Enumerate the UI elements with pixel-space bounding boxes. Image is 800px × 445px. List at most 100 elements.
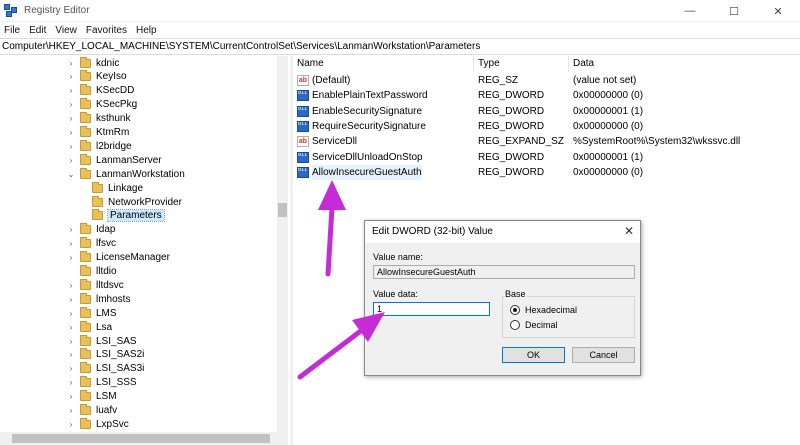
tree-item[interactable]: NetworkProvider [78,195,182,209]
value-row[interactable]: ab ServiceDll REG_EXPAND_SZ %SystemRoot%\Sy… [293,134,793,149]
tree-item[interactable]: › lmhosts [66,292,130,306]
tree-item[interactable]: lltdio [66,265,117,279]
tree-item-label[interactable]: LanmanWorkstation [96,169,185,180]
tree-vertical-scroll-thumb[interactable] [278,203,287,217]
value-name[interactable]: ServiceDllUnloadOnStop [312,150,423,165]
chevron-right-icon[interactable]: › [66,295,76,304]
tree-item-label[interactable]: kdnic [96,58,119,69]
tree-item[interactable]: › lltdsvc [66,278,124,292]
chevron-right-icon[interactable]: › [66,100,76,109]
tree-item-label[interactable]: NetworkProvider [108,197,182,208]
menu-favorites[interactable]: Favorites [82,25,132,36]
tree-item[interactable]: › KSecDD [66,84,134,98]
value-row[interactable]: 011 110EnableSecuritySignature REG_DWORD 0… [293,104,793,119]
tree-item-label[interactable]: Linkage [108,183,143,194]
cancel-button[interactable]: Cancel [572,347,635,363]
menu-edit[interactable]: Edit [25,25,51,36]
tree-item[interactable]: › LSM [66,390,117,404]
tree-item-label[interactable]: KSecPkg [96,99,137,110]
column-header-type[interactable]: Type [478,57,500,71]
tree-item-label[interactable]: KSecDD [96,85,134,96]
value-row[interactable]: 011 110AllowInsecureGuestAuth REG_DWORD 0x… [293,164,793,180]
chevron-right-icon[interactable]: › [66,239,76,248]
tree-item-label[interactable]: l2bridge [96,141,132,152]
value-name[interactable]: RequireSecuritySignature [312,119,426,134]
tree-item-label[interactable]: KeyIso [96,71,127,82]
tree-item[interactable]: › LSI_SSS [66,376,137,390]
tree-item-label[interactable]: LSI_SAS2i [96,349,144,360]
chevron-down-icon[interactable]: ⌄ [66,170,76,179]
tree-item-label[interactable]: ksthunk [96,113,130,124]
tree-item-label[interactable]: lfsvc [96,238,116,249]
tree-item-label[interactable]: LSI_SSS [96,377,137,388]
tree-item[interactable]: › LxpSvc [66,417,129,431]
decimal-radio-icon[interactable] [510,320,520,330]
tree-item-label[interactable]: Parameters [107,209,165,223]
column-divider[interactable] [568,56,569,72]
tree-item-label[interactable]: LSI_SAS [96,336,137,347]
tree-item[interactable]: › Lsa [66,320,112,334]
value-name[interactable]: EnablePlainTextPassword [312,88,428,103]
chevron-right-icon[interactable]: › [66,128,76,137]
tree-item[interactable]: › LSI_SAS [66,334,137,348]
menu-view[interactable]: View [51,25,82,36]
tree-item[interactable]: ⌄ LanmanWorkstation [66,167,185,181]
address-bar[interactable]: Computer\HKEY_LOCAL_MACHINE\SYSTEM\Curre… [0,38,800,55]
tree-item-label[interactable]: LMS [96,308,117,319]
chevron-right-icon[interactable]: › [66,142,76,151]
ok-button[interactable]: OK [502,347,565,363]
chevron-right-icon[interactable]: › [66,72,76,81]
value-name[interactable]: (Default) [312,73,350,88]
tree-item-label[interactable]: lltdio [96,266,117,277]
tree-item-label[interactable]: lmhosts [96,294,130,305]
tree-item[interactable]: › KeyIso [66,70,127,84]
hexadecimal-radio-icon[interactable] [510,305,520,315]
tree-item[interactable]: › kdnic [66,56,119,70]
tree-item-label[interactable]: Lsa [96,322,112,333]
tree-vertical-scrollbar[interactable] [277,56,288,432]
tree-item-label[interactable]: LicenseManager [96,252,170,263]
tree-item[interactable]: Parameters [78,209,165,223]
chevron-right-icon[interactable]: › [66,281,76,290]
dialog-close-icon[interactable]: ✕ [624,224,634,238]
tree-item[interactable]: › lfsvc [66,237,116,251]
chevron-right-icon[interactable]: › [66,323,76,332]
tree-item[interactable]: › ksthunk [66,112,130,126]
tree-item[interactable]: › LicenseManager [66,251,170,265]
tree-item[interactable]: › LSI_SAS3i [66,362,144,376]
value-row[interactable]: 011 110ServiceDllUnloadOnStop REG_DWORD 0x… [293,150,793,165]
chevron-right-icon[interactable]: › [66,420,76,429]
chevron-right-icon[interactable]: › [66,114,76,123]
tree-item-label[interactable]: LanmanServer [96,155,162,166]
chevron-right-icon[interactable]: › [66,86,76,95]
menu-file[interactable]: File [0,25,25,36]
tree-item[interactable]: › luafv [66,404,117,418]
tree-item-label[interactable]: LxpSvc [96,419,129,430]
tree-item-label[interactable]: luafv [96,405,117,416]
column-header-name[interactable]: Name [297,57,324,71]
value-row[interactable]: 011 110EnablePlainTextPassword REG_DWORD 0… [293,88,793,103]
tree-item[interactable]: › LMS [66,306,117,320]
chevron-right-icon[interactable]: › [66,309,76,318]
chevron-right-icon[interactable]: › [66,156,76,165]
tree-item-label[interactable]: Idap [96,224,115,235]
hexadecimal-radio-label[interactable]: Hexadecimal [525,305,577,315]
value-row[interactable]: ab (Default) REG_SZ (value not set) [293,73,793,88]
chevron-right-icon[interactable]: › [66,253,76,262]
tree-item-label[interactable]: lltdsvc [96,280,124,291]
value-name[interactable]: AllowInsecureGuestAuth [312,164,422,180]
tree-item[interactable]: › Idap [66,223,115,237]
value-name[interactable]: ServiceDll [312,134,357,149]
chevron-right-icon[interactable]: › [66,406,76,415]
tree-item[interactable]: › KSecPkg [66,98,137,112]
chevron-right-icon[interactable]: › [66,378,76,387]
minimize-button[interactable]: — [668,0,712,22]
tree-item[interactable]: › l2bridge [66,139,132,153]
tree-item[interactable]: › KtmRm [66,126,129,140]
chevron-right-icon[interactable]: › [66,225,76,234]
close-button[interactable]: ✕ [756,0,800,22]
value-name[interactable]: EnableSecuritySignature [312,104,422,119]
tree-horizontal-scroll-thumb[interactable] [12,434,270,443]
chevron-right-icon[interactable]: › [66,364,76,373]
tree-item-label[interactable]: LSM [96,391,117,402]
